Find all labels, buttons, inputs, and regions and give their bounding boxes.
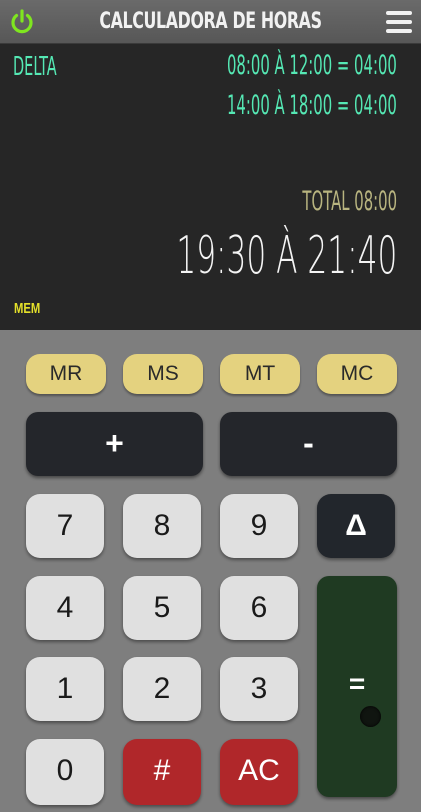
digit-0-button[interactable]: 0	[26, 739, 104, 805]
equals-label: =	[348, 668, 366, 699]
plus-button[interactable]: +	[26, 412, 203, 476]
calculator-display: DELTA 08:00 À 12:00 = 04:00 14:00 À 18:0…	[0, 44, 421, 330]
all-clear-button[interactable]: AC	[220, 739, 298, 805]
total-readout: TOTAL 08:00	[302, 186, 397, 217]
digit-3-button[interactable]: 3	[220, 657, 298, 721]
digit-7-button[interactable]: 7	[26, 494, 104, 558]
hamburger-menu-icon[interactable]	[386, 11, 412, 33]
digit-6-button[interactable]: 6	[220, 576, 298, 640]
digit-5-button[interactable]: 5	[123, 576, 201, 640]
app-title: CALCULADORA DE HORAS	[99, 9, 322, 34]
digit-9-button[interactable]: 9	[220, 494, 298, 558]
interval-line-2: 14:00 À 18:00 = 04:00	[227, 90, 397, 121]
indicator-dot	[360, 706, 381, 727]
digit-4-button[interactable]: 4	[26, 576, 104, 640]
interval-line-1: 08:00 À 12:00 = 04:00	[227, 50, 397, 81]
app-header: CALCULADORA DE HORAS	[0, 0, 421, 44]
power-icon[interactable]	[8, 8, 36, 36]
equals-button[interactable]: =	[317, 576, 397, 797]
memory-clear-button[interactable]: MC	[317, 354, 397, 394]
memory-store-button[interactable]: MS	[123, 354, 203, 394]
minus-button[interactable]: -	[220, 412, 397, 476]
digit-2-button[interactable]: 2	[123, 657, 201, 721]
delta-button[interactable]: Δ	[317, 494, 395, 558]
memory-total-button[interactable]: MT	[220, 354, 300, 394]
digit-8-button[interactable]: 8	[123, 494, 201, 558]
memory-indicator: MEM	[14, 300, 41, 317]
hash-button[interactable]: #	[123, 739, 201, 805]
current-entry: 19:30 À 21:40	[175, 226, 397, 286]
mode-label: DELTA	[13, 52, 57, 82]
keypad: MR MS MT MC + - 7 8 9 Δ 4 5 6 1 2 3 0 # …	[0, 330, 421, 812]
memory-recall-button[interactable]: MR	[26, 354, 106, 394]
digit-1-button[interactable]: 1	[26, 657, 104, 721]
